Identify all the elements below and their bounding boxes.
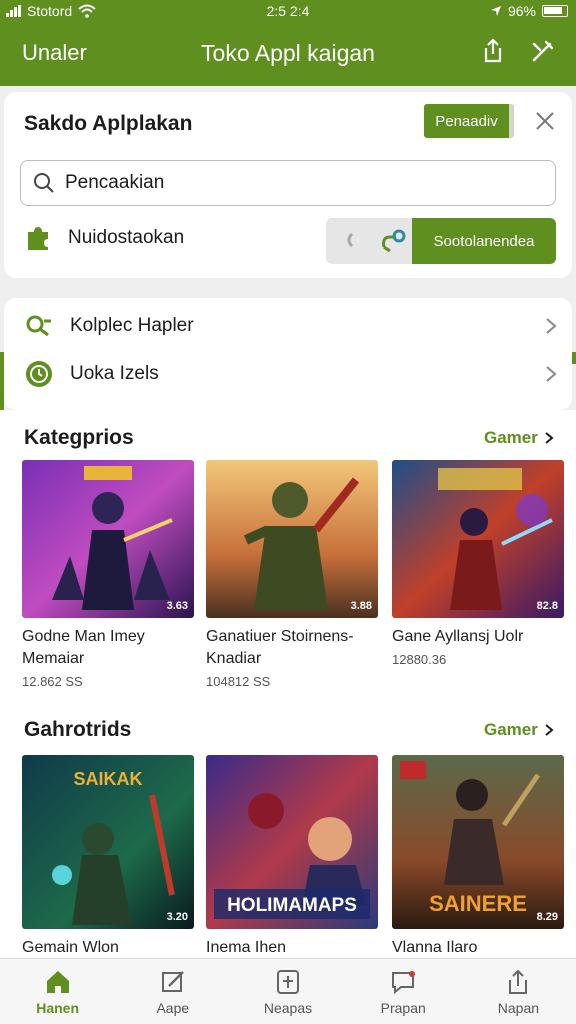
app-thumbnail: HOLIMAMAPS [206,755,378,929]
app-thumbnail: SAIKAK 3.20 [22,755,194,929]
share-icon [509,969,528,994]
filter-pill-button[interactable]: Penaadiv [424,104,514,138]
list-item[interactable]: Kolplec Hapler [4,300,572,352]
app-header: Stotord 2:5 2:4 96% Unaler Toko Appl kai… [0,0,576,86]
battery-icon [542,5,568,17]
nav-item-chat[interactable]: Prapan [346,959,461,1024]
app-tile[interactable]: HOLIMAMAPS Inema Ihen [206,755,378,959]
app-name: Gane Ayllansj Uolr [392,628,524,645]
rating-badge: 3.63 [166,600,188,612]
app-size: 104812 SS [206,674,271,689]
app-name: Ganatiuer Stoirnens-Knadiar [206,628,354,667]
app-name: Godne Man Imey Memaiar [22,628,145,667]
options-list: Kolplec Hapler Uoka Izels [4,298,572,410]
nav-item-share[interactable]: Napan [461,959,576,1024]
add-box-icon [277,969,299,994]
list-item[interactable]: Uoka Izels [4,348,572,400]
section-see-all-link[interactable]: Gamer [484,720,554,740]
section-title: Kategprios [24,426,134,449]
nav-item-home[interactable]: Hanen [0,959,115,1024]
puzzle-icon [28,227,48,250]
search-sheet: Sakdo Aplplakan Penaadiv Nuidostaokan So… [4,92,572,278]
close-icon[interactable] [532,108,558,134]
app-thumbnail: 82.8 [392,460,564,618]
nav-item-news[interactable]: Neapas [230,959,345,1024]
filter-row: Nuidostaokan [24,224,184,252]
connect-icon[interactable] [378,227,406,255]
cover-art-text: SAINERE [429,891,527,916]
app-tile[interactable]: 3.88 Ganatiuer Stoirnens-Knadiar 104812 … [206,460,378,689]
filter-label: Nuidostaokan [68,227,185,248]
bottom-nav: Hanen Aape Neapas Prapan Napan [0,958,576,1024]
search-icon [34,173,54,193]
app-thumbnail: SAINERE 8.29 [392,755,564,929]
list-item-label: Uoka Izels [70,363,159,384]
battery-percent: 96% [507,3,536,19]
rating-badge: 3.88 [350,600,372,612]
share-icon[interactable] [478,36,508,66]
app-tile[interactable]: 82.8 Gane Ayllansj Uolr 12880.36 [392,460,564,667]
search-field[interactable] [20,160,556,206]
nav-item-apps[interactable]: Aape [115,959,230,1024]
status-bar: Stotord 2:5 2:4 96% [0,0,576,22]
catalog-content: Kategprios Gamer 3.63 Godne Man Imey Mem… [0,410,576,958]
app-tile[interactable]: SAIKAK 3.20 Gemain Wlon [22,755,194,959]
app-thumbnail: 3.88 [206,460,378,618]
chevron-right-icon [546,318,557,334]
edit-icon [161,970,184,992]
section-title: Gahrotrids [24,718,132,741]
app-thumbnail: 3.63 [22,460,194,618]
segment-control: Sootolanendea [326,218,556,264]
magnifier-link-icon [26,315,51,337]
list-item-label: Kolplec Hapler [70,315,194,336]
app-size: 12.862 SS [22,674,83,689]
rating-badge: 3.20 [166,911,188,923]
rating-badge: 8.29 [536,911,558,923]
cover-art-text: HOLIMAMAPS [227,895,357,916]
app-name: Gemain Wlon [22,939,119,956]
location-arrow-icon [490,6,501,16]
chevron-right-icon [546,366,557,382]
section-see-all-link[interactable]: Gamer [484,428,554,448]
right-edge-handle[interactable] [572,352,576,364]
app-size: 12880.36 [392,652,447,667]
tools-icon[interactable] [528,36,558,66]
app-tile[interactable]: 3.63 Godne Man Imey Memaiar 12.862 SS [22,460,194,689]
app-tile[interactable]: SAINERE 8.29 Vlanna Ilaro [392,755,564,959]
sheet-title: Sakdo Aplplakan [24,112,193,135]
chevron-right-icon [545,724,554,736]
timer-circle-icon [26,361,52,387]
chevron-right-icon [545,432,554,444]
rating-badge: 82.8 [536,600,558,612]
chat-icon [392,970,416,994]
home-icon [46,970,69,993]
cover-art-text: SAIKAK [73,769,142,789]
app-name: Inema Ihen [206,939,287,956]
app-name: Vlanna Ilaro [392,939,478,956]
segment-active-button[interactable]: Sootolanendea [412,218,556,264]
half-moon-icon[interactable] [344,233,354,247]
search-input[interactable] [65,172,525,194]
